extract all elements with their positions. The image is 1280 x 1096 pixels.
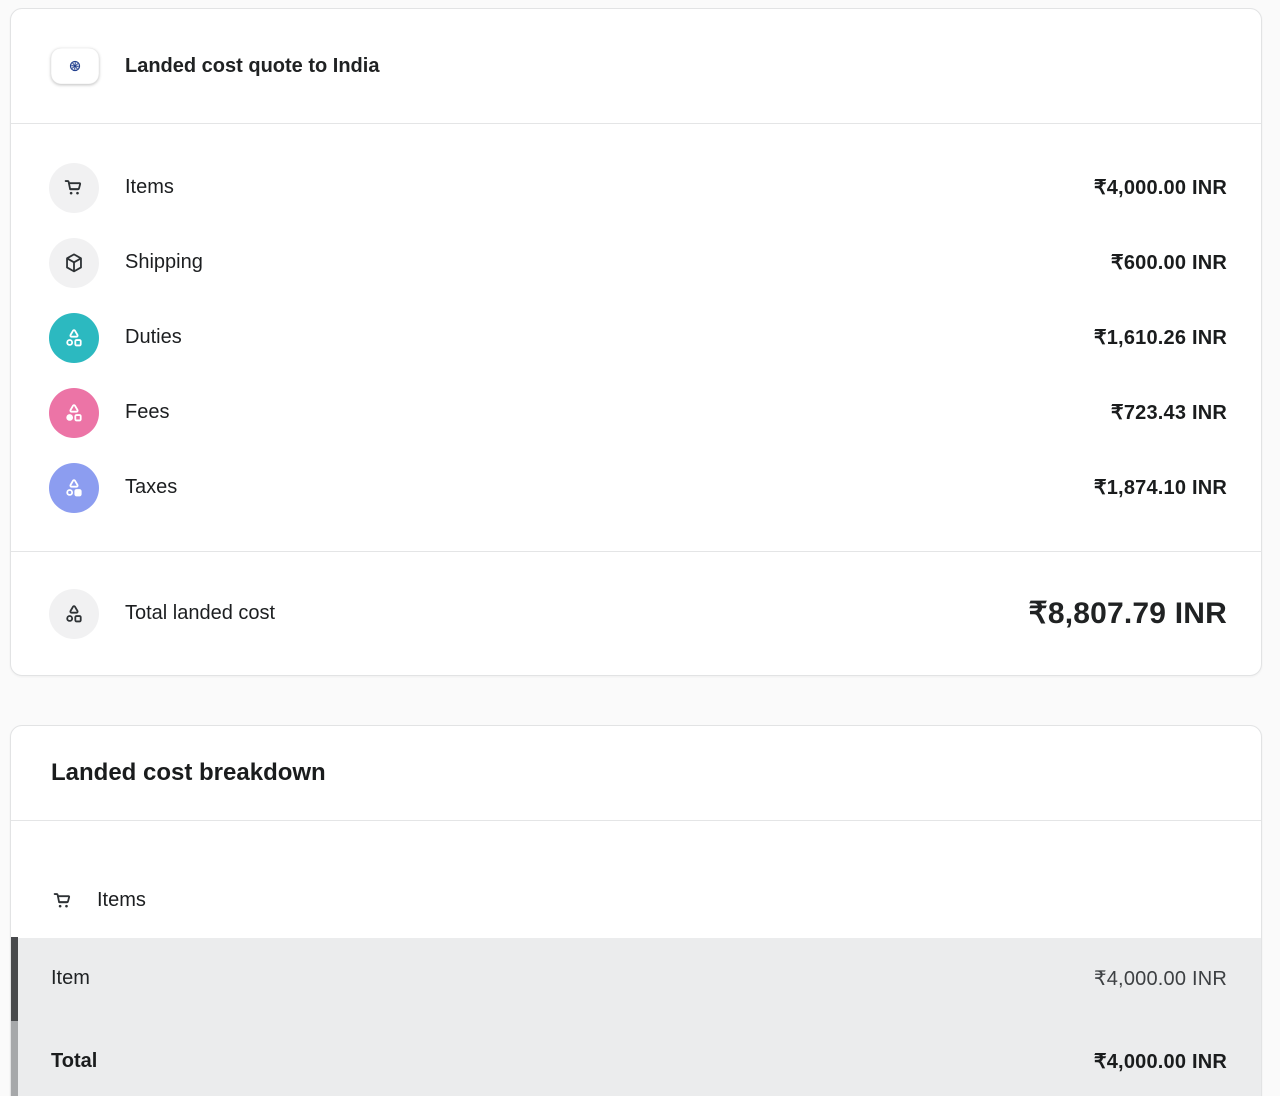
ashoka-chakra-icon (70, 61, 81, 72)
quote-card-header: Landed cost quote to India (11, 9, 1261, 124)
quote-card-title: Landed cost quote to India (125, 55, 379, 78)
items-section-label: Items (97, 889, 146, 912)
breakdown-row-total: Total ₹4,000.00 INR (11, 1019, 1261, 1096)
row-value: ₹4,000.00 INR (1094, 966, 1227, 991)
taxes-shapes-icon (49, 463, 99, 513)
total-value: ₹8,807.79 INR (1029, 596, 1227, 631)
quote-row-duties: Duties ₹1,610.26 INR (11, 300, 1261, 375)
cart-icon (51, 889, 75, 913)
row-label: Item (51, 967, 90, 990)
row-value: ₹1,874.10 INR (1094, 475, 1227, 500)
items-section-header: Items (11, 821, 1261, 938)
row-label: Fees (125, 401, 169, 424)
row-value: ₹600.00 INR (1111, 250, 1227, 275)
quote-row-shipping: Shipping ₹600.00 INR (11, 225, 1261, 300)
breakdown-title: Landed cost breakdown (51, 759, 326, 787)
breakdown-row-item: Item ₹4,000.00 INR (11, 938, 1261, 1019)
breakdown-vertical-scrollbar[interactable] (11, 937, 18, 1096)
quote-rows: Items ₹4,000.00 INR Shipping ₹600.00 INR… (11, 124, 1261, 551)
total-label: Total landed cost (125, 602, 275, 625)
row-value: ₹1,610.26 INR (1094, 325, 1227, 350)
total-landed-cost-row: Total landed cost ₹8,807.79 INR (11, 551, 1261, 675)
row-label: Total (51, 1050, 97, 1073)
row-label: Items (125, 176, 174, 199)
breakdown-card-header: Landed cost breakdown (11, 726, 1261, 821)
row-value: ₹723.43 INR (1111, 400, 1227, 425)
row-label: Shipping (125, 251, 203, 274)
quote-row-taxes: Taxes ₹1,874.10 INR (11, 450, 1261, 525)
row-label: Duties (125, 326, 182, 349)
cart-icon (49, 163, 99, 213)
package-icon (49, 238, 99, 288)
row-label: Taxes (125, 476, 177, 499)
scrollbar-thumb[interactable] (11, 937, 18, 1021)
total-shapes-icon (49, 589, 99, 639)
quote-row-items: Items ₹4,000.00 INR (11, 150, 1261, 225)
landed-cost-breakdown-card: Landed cost breakdown Items Item ₹4,000.… (10, 725, 1262, 1096)
landed-cost-quote-card: Landed cost quote to India Items ₹4,000.… (10, 8, 1262, 676)
row-value: ₹4,000.00 INR (1094, 1049, 1227, 1074)
quote-row-fees: Fees ₹723.43 INR (11, 375, 1261, 450)
duties-shapes-icon (49, 313, 99, 363)
fees-shapes-icon (49, 388, 99, 438)
row-value: ₹4,000.00 INR (1094, 175, 1227, 200)
india-flag-icon (51, 48, 99, 84)
